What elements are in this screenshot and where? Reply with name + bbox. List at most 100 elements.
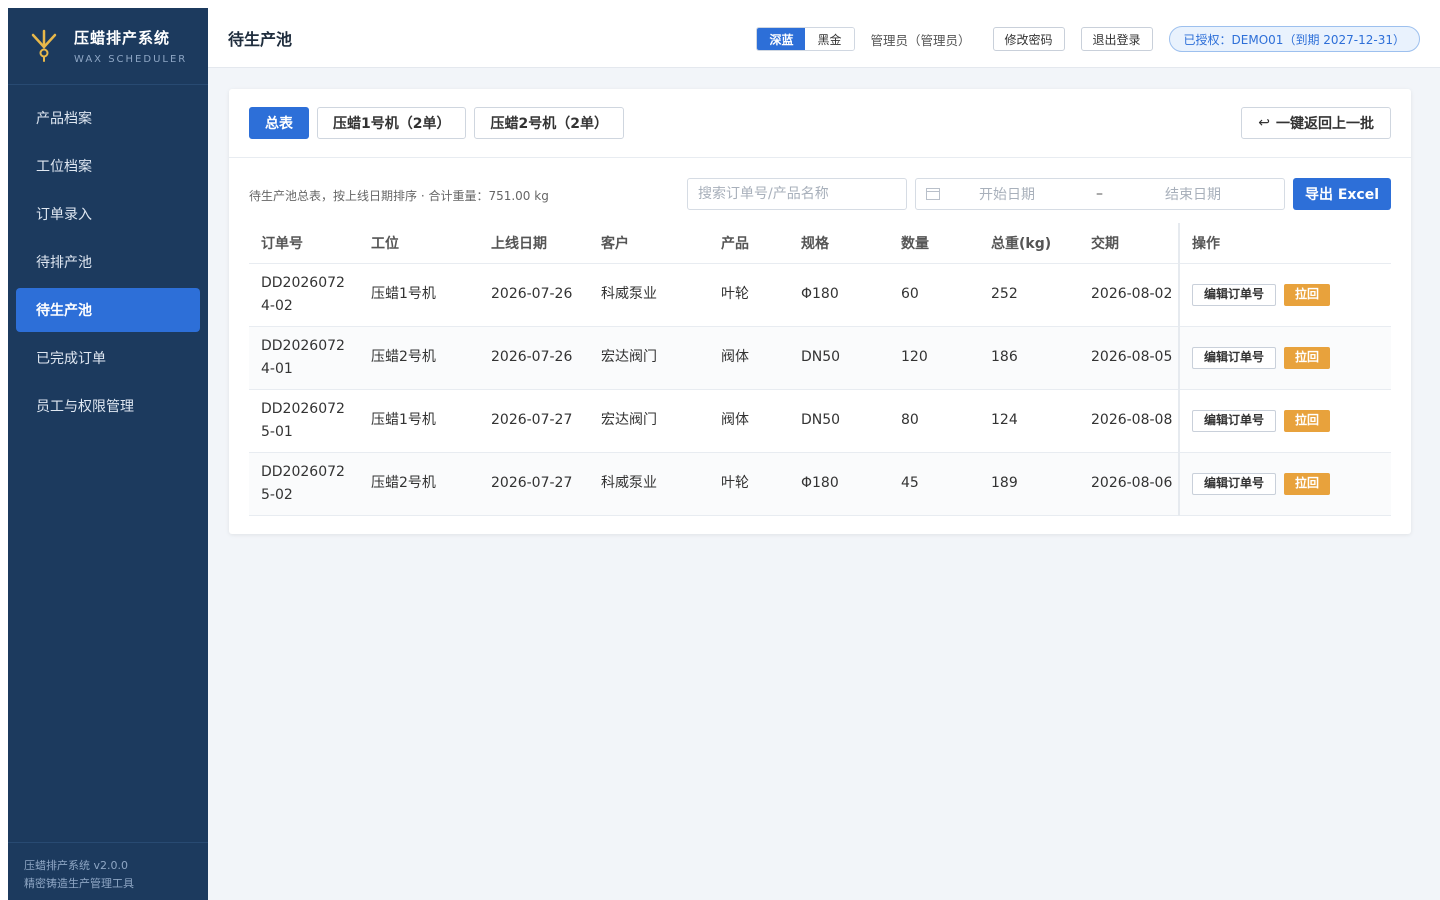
cell-due-date: 2026-08-05	[1079, 326, 1179, 390]
orders-table: 订单号 工位 上线日期 客户 产品 规格 数量 总重(kg) 交期 操作 DD2…	[249, 223, 1391, 516]
cell-spec: DN50	[789, 326, 889, 390]
change-password-button[interactable]: 修改密码	[992, 27, 1065, 51]
search-input[interactable]	[687, 178, 907, 210]
theme-option-deep-blue[interactable]: 深蓝	[757, 28, 806, 50]
return-previous-batch-label: 一键返回上一批	[1276, 116, 1374, 132]
license-badge: 已授权：DEMO01（到期 2027-12-31）	[1168, 26, 1420, 52]
sidebar-item-production-pool[interactable]: 待生产池	[16, 288, 200, 332]
cell-customer: 科威泵业	[589, 263, 709, 327]
brand: 压蜡排产系统 WAX SCHEDULER	[8, 8, 208, 85]
footer-description: 精密铸造生产管理工具	[24, 877, 134, 890]
pull-back-button[interactable]: 拉回	[1284, 346, 1331, 369]
sidebar-item-order-entry[interactable]: 订单录入	[16, 192, 200, 236]
cell-customer: 科威泵业	[589, 452, 709, 516]
return-previous-batch-button[interactable]: ↩ 一键返回上一批	[1241, 107, 1391, 139]
date-range-picker[interactable]: 开始日期 – 结束日期	[915, 178, 1285, 210]
cell-actions: 编辑订单号 拉回	[1178, 263, 1391, 327]
export-excel-button[interactable]: 导出 Excel	[1293, 178, 1391, 210]
cell-order-no: DD2026072 4-02	[249, 263, 359, 327]
brand-title: 压蜡排产系统	[74, 29, 171, 47]
edit-order-button[interactable]: 编辑订单号	[1192, 409, 1277, 432]
end-date-input[interactable]: 结束日期	[1165, 184, 1221, 204]
footer-version: 压蜡排产系统 v2.0.0	[24, 859, 128, 872]
cell-spec: Φ180	[789, 452, 889, 516]
cell-station: 压蜡1号机	[359, 389, 479, 453]
sidebar-item-staff-permissions[interactable]: 员工与权限管理	[16, 384, 200, 428]
return-arrow-icon: ↩	[1258, 115, 1270, 131]
cell-station: 压蜡2号机	[359, 452, 479, 516]
cell-online-date: 2026-07-26	[479, 326, 589, 390]
cell-quantity: 80	[889, 389, 979, 453]
cell-online-date: 2026-07-26	[479, 263, 589, 327]
cell-quantity: 60	[889, 263, 979, 327]
col-header-product: 产品	[709, 223, 789, 264]
sidebar-item-products[interactable]: 产品档案	[16, 96, 200, 140]
edit-order-button[interactable]: 编辑订单号	[1192, 346, 1277, 369]
cell-order-no: DD2026072 5-01	[249, 389, 359, 453]
sidebar-nav: 产品档案 工位档案 订单录入 待排产池 待生产池 已完成订单 员工与权限管理	[8, 85, 208, 428]
tab-summary[interactable]: 总表	[249, 107, 309, 139]
col-header-due-date: 交期	[1079, 223, 1179, 264]
pull-back-button[interactable]: 拉回	[1284, 472, 1331, 495]
main-area: 待生产池 深蓝 黑金 管理员（管理员） 修改密码 退出登录 已授权：DEMO01…	[208, 8, 1440, 900]
table-header-row: 订单号 工位 上线日期 客户 产品 规格 数量 总重(kg) 交期 操作	[249, 223, 1391, 264]
brand-subtitle: WAX SCHEDULER	[74, 54, 188, 65]
cell-spec: Φ180	[789, 263, 889, 327]
col-header-customer: 客户	[589, 223, 709, 264]
cell-quantity: 45	[889, 452, 979, 516]
logo-icon	[31, 29, 57, 62]
theme-switch: 深蓝 黑金	[756, 27, 855, 51]
production-pool-card: 总表 压蜡1号机（2单） 压蜡2号机（2单） ↩ 一键返回上一批 待生产池总表，…	[229, 89, 1411, 534]
tab-machine-1[interactable]: 压蜡1号机（2单）	[317, 107, 467, 139]
pull-back-button[interactable]: 拉回	[1284, 409, 1331, 432]
edit-order-button[interactable]: 编辑订单号	[1192, 472, 1277, 495]
cell-weight: 186	[979, 326, 1079, 390]
cell-customer: 宏达阀门	[589, 326, 709, 390]
sidebar-item-scheduling-pool[interactable]: 待排产池	[16, 240, 200, 284]
cell-online-date: 2026-07-27	[479, 389, 589, 453]
sidebar-footer: 压蜡排产系统 v2.0.0 精密铸造生产管理工具	[8, 842, 208, 900]
pull-back-button[interactable]: 拉回	[1284, 283, 1331, 306]
cell-product: 阀体	[709, 326, 789, 390]
topbar-actions: 深蓝 黑金 管理员（管理员） 修改密码 退出登录 已授权：DEMO01（到期 2…	[756, 26, 1420, 52]
edit-order-button[interactable]: 编辑订单号	[1192, 283, 1277, 306]
sidebar-item-stations[interactable]: 工位档案	[16, 144, 200, 188]
cell-weight: 189	[979, 452, 1079, 516]
page-title: 待生产池	[228, 29, 293, 49]
col-header-weight: 总重(kg)	[979, 223, 1079, 264]
cell-actions: 编辑订单号 拉回	[1178, 326, 1391, 390]
cell-station: 压蜡1号机	[359, 263, 479, 327]
theme-option-black-gold[interactable]: 黑金	[805, 28, 854, 50]
cell-actions: 编辑订单号 拉回	[1178, 389, 1391, 453]
cell-station: 压蜡2号机	[359, 326, 479, 390]
sidebar: 压蜡排产系统 WAX SCHEDULER 产品档案 工位档案 订单录入 待排产池…	[8, 8, 208, 900]
tab-machine-2[interactable]: 压蜡2号机（2单）	[474, 107, 624, 139]
calendar-icon	[926, 188, 940, 200]
cell-customer: 宏达阀门	[589, 389, 709, 453]
pool-summary: 待生产池总表，按上线日期排序 · 合计重量：751.00 kg	[249, 189, 549, 203]
cell-order-no: DD2026072 5-02	[249, 452, 359, 516]
col-header-actions: 操作	[1178, 223, 1391, 264]
cell-order-no: DD2026072 4-01	[249, 326, 359, 390]
toolbar: 待生产池总表，按上线日期排序 · 合计重量：751.00 kg 开始日期 – 结…	[229, 158, 1411, 222]
col-header-spec: 规格	[789, 223, 889, 264]
topbar: 待生产池 深蓝 黑金 管理员（管理员） 修改密码 退出登录 已授权：DEMO01…	[208, 8, 1440, 68]
sidebar-item-completed-orders[interactable]: 已完成订单	[16, 336, 200, 380]
cell-product: 阀体	[709, 389, 789, 453]
cell-product: 叶轮	[709, 263, 789, 327]
logout-button[interactable]: 退出登录	[1080, 27, 1153, 51]
cell-weight: 252	[979, 263, 1079, 327]
cell-product: 叶轮	[709, 452, 789, 516]
col-header-order-no: 订单号	[249, 223, 359, 264]
date-range-separator: –	[1096, 186, 1103, 202]
cell-spec: DN50	[789, 389, 889, 453]
cell-due-date: 2026-08-06	[1079, 452, 1179, 516]
table-row: DD2026072 4-02 压蜡1号机 2026-07-26 科威泵业 叶轮 Φ…	[249, 263, 1391, 327]
cell-quantity: 120	[889, 326, 979, 390]
table-row: DD2026072 5-02 压蜡2号机 2026-07-27 科威泵业 叶轮 Φ…	[249, 452, 1391, 516]
start-date-input[interactable]: 开始日期	[979, 184, 1035, 204]
col-header-station: 工位	[359, 223, 479, 264]
table-row: DD2026072 5-01 压蜡1号机 2026-07-27 宏达阀门 阀体 D…	[249, 389, 1391, 453]
cell-weight: 124	[979, 389, 1079, 453]
cell-due-date: 2026-08-08	[1079, 389, 1179, 453]
